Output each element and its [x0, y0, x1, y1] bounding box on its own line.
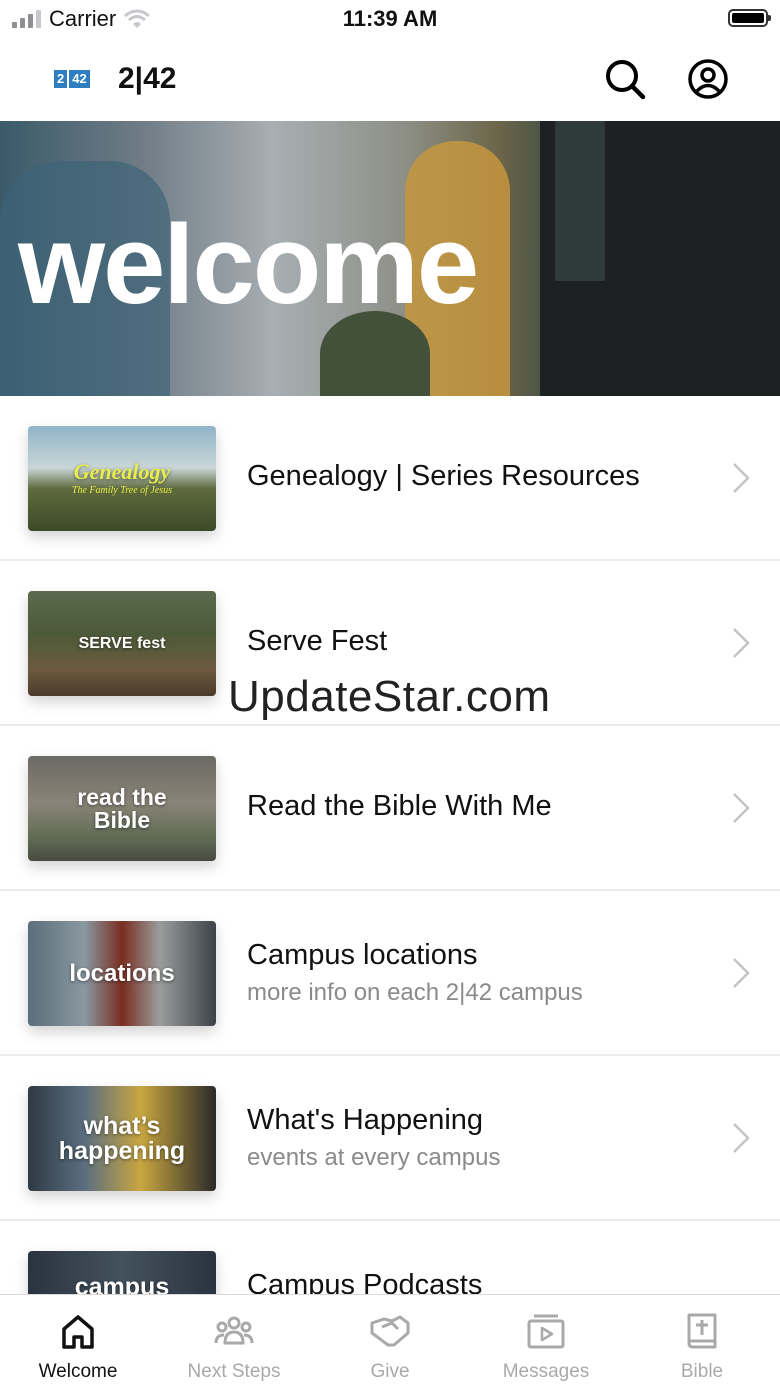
thumbnail: what’s happening: [28, 1086, 216, 1191]
thumbnail: read the Bible: [28, 756, 216, 861]
search-icon[interactable]: [604, 58, 646, 100]
home-icon: [62, 1315, 94, 1349]
bible-icon: [687, 1313, 717, 1349]
logo-part-b: 42: [69, 70, 90, 88]
tab-label: Next Steps: [187, 1361, 281, 1382]
tab-label: Messages: [502, 1361, 590, 1382]
play-icon: [527, 1314, 565, 1349]
chevron-right-icon: [733, 463, 750, 493]
item-title: What's Happening: [247, 1104, 484, 1136]
thumbnail: Genealogy The Family Tree of Jesus: [28, 426, 216, 531]
list-item[interactable]: read the Bible Read the Bible With Me: [0, 726, 780, 891]
tab-bible[interactable]: Bible: [624, 1295, 780, 1388]
chevron-right-icon: [733, 958, 750, 988]
list-item[interactable]: locations Campus locations more info on …: [0, 891, 780, 1056]
status-bar: Carrier 11:39 AM: [0, 0, 780, 40]
content-list: Genealogy The Family Tree of Jesus Genea…: [0, 396, 780, 1294]
logo-part-a: 2: [54, 70, 68, 88]
watermark: UpdateStar.com: [228, 672, 551, 721]
app-title: 2|42: [118, 62, 177, 95]
list-item[interactable]: campus Campus Podcasts: [0, 1221, 780, 1294]
clock: 11:39 AM: [342, 6, 438, 31]
hero-title: welcome: [18, 202, 479, 327]
chevron-right-icon: [733, 1123, 750, 1153]
tab-messages[interactable]: Messages: [468, 1295, 624, 1388]
tab-bar: Welcome Next Steps Give Messages Bible: [0, 1294, 780, 1388]
app-logo: 2 42: [54, 70, 90, 88]
item-title: Read the Bible With Me: [247, 790, 552, 822]
list-item[interactable]: Genealogy The Family Tree of Jesus Genea…: [0, 396, 780, 561]
battery-icon: [728, 9, 771, 27]
thumbnail: SERVE fest: [28, 591, 216, 696]
give-icon: [370, 1315, 410, 1347]
tab-give[interactable]: Give: [312, 1295, 468, 1388]
app-header: 2 42 2|42: [0, 40, 780, 121]
profile-icon[interactable]: [687, 58, 729, 100]
item-subtitle: events at every campus: [247, 1144, 501, 1171]
item-title: Campus Podcasts: [247, 1269, 483, 1294]
tab-label: Give: [370, 1361, 410, 1382]
item-title: Campus locations: [247, 939, 478, 971]
chevron-right-icon: [733, 628, 750, 658]
item-title: Serve Fest: [247, 625, 388, 657]
thumbnail: locations: [28, 921, 216, 1026]
tab-welcome[interactable]: Welcome: [0, 1295, 156, 1388]
tab-label: Welcome: [38, 1361, 118, 1382]
list-item[interactable]: what’s happening What's Happening events…: [0, 1056, 780, 1221]
tab-label: Bible: [680, 1361, 724, 1382]
item-title: Genealogy | Series Resources: [247, 460, 640, 492]
thumbnail: campus: [28, 1251, 216, 1294]
tab-next-steps[interactable]: Next Steps: [156, 1295, 312, 1388]
chevron-right-icon: [733, 793, 750, 823]
hero-banner: welcome: [0, 121, 780, 396]
people-icon: [214, 1316, 254, 1345]
item-subtitle: more info on each 2|42 campus: [247, 979, 583, 1006]
